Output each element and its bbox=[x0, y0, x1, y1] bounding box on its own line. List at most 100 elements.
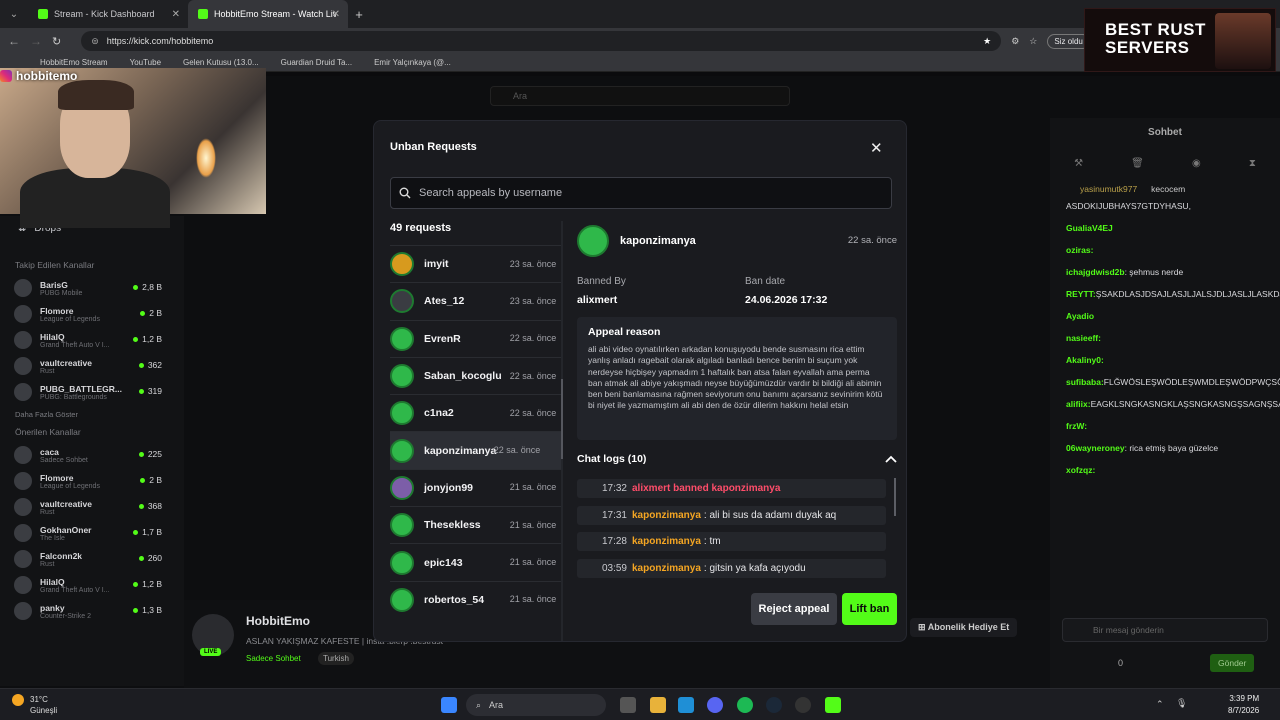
windows-start-icon[interactable] bbox=[441, 697, 457, 713]
obs-icon[interactable] bbox=[795, 697, 811, 713]
close-tab-icon[interactable]: ✕ bbox=[332, 9, 340, 20]
chat-username[interactable]: 06wayneroney bbox=[1066, 443, 1125, 453]
channel-item[interactable]: HilalQ Grand Theft Auto V I... 1,2 B bbox=[0, 573, 184, 597]
channel-item[interactable]: Flomore League of Legends 2 B bbox=[0, 469, 184, 493]
bookmark-item[interactable]: HobbitEmo Stream bbox=[40, 58, 108, 67]
chat-log-scrollbar[interactable] bbox=[894, 478, 896, 516]
new-tab-icon[interactable]: + bbox=[348, 7, 370, 22]
chat-username[interactable]: frzW: bbox=[1066, 421, 1087, 431]
request-list-item[interactable]: EvrenR 22 sa. önce bbox=[390, 319, 561, 357]
request-list-item[interactable]: Saban_kocoglu 22 sa. önce bbox=[390, 356, 561, 394]
chat-logs-header[interactable]: Chat logs (10) bbox=[577, 453, 897, 465]
channel-item[interactable]: panky Counter-Strike 2 1,3 B bbox=[0, 599, 184, 623]
channel-avatar bbox=[14, 524, 32, 542]
microphone-icon[interactable]: 🎙 bbox=[1176, 698, 1187, 709]
url-field[interactable]: ⊜ https://kick.com/hobbitemo ★ bbox=[81, 31, 1002, 51]
browser-tab-stream[interactable]: HobbitEmo Stream - Watch Live o ✕ bbox=[188, 0, 348, 28]
request-list-item[interactable]: jonyjon99 21 sa. önce bbox=[390, 468, 561, 506]
mod-tools-row: ⚒ 🗑 ◉ ⧗ bbox=[1050, 146, 1280, 180]
chat-username[interactable]: GualiaV4EJ bbox=[1066, 223, 1113, 233]
channel-item[interactable]: Falconn2k Rust 260 bbox=[0, 547, 184, 571]
chat-log-entry: 03:59 kaponzimanya: gitsin ya kafa açıyod… bbox=[577, 558, 886, 578]
bookmark-item[interactable]: YouTube bbox=[130, 58, 161, 67]
browser-tab-dashboard[interactable]: Stream - Kick Dashboard ✕ bbox=[28, 0, 188, 28]
chat-input[interactable]: Bir mesaj gönderin bbox=[1062, 618, 1268, 642]
file-explorer-icon[interactable] bbox=[650, 697, 666, 713]
request-avatar bbox=[390, 513, 414, 538]
appeal-search-field[interactable] bbox=[390, 177, 892, 209]
language-tag[interactable]: Turkish bbox=[318, 652, 354, 665]
channel-item[interactable]: Flomore League of Legends 2 B bbox=[0, 302, 184, 326]
chat-username[interactable]: Ayadio bbox=[1066, 311, 1094, 321]
tray-chevron-icon[interactable]: ⌃ bbox=[1156, 699, 1164, 710]
site-search-input[interactable]: Ara bbox=[490, 86, 790, 106]
forward-icon[interactable]: → bbox=[30, 34, 42, 48]
streamer-name[interactable]: HobbitEmo bbox=[246, 614, 310, 628]
task-view-icon[interactable] bbox=[620, 697, 636, 713]
request-list-item[interactable]: imyit 23 sa. önce bbox=[390, 245, 561, 282]
channel-item[interactable]: vaultcreative Rust 362 bbox=[0, 354, 184, 378]
pinned-user[interactable]: yasinumutk977 bbox=[1080, 184, 1137, 194]
request-list-item[interactable]: kaponzimanya 22 sa. önce bbox=[390, 431, 561, 469]
channel-item[interactable]: PUBG_BATTLEGR... PUBG: Battlegrounds 319 bbox=[0, 380, 184, 404]
request-list-item[interactable]: c1na2 22 sa. önce bbox=[390, 394, 561, 431]
weather-widget[interactable]: 31°C Güneşli bbox=[12, 694, 57, 716]
extensions-icon[interactable]: ⚙ bbox=[1011, 36, 1019, 47]
spotify-icon[interactable] bbox=[737, 697, 753, 713]
gift-sub-button[interactable]: ⊞ Abonelik Hediye Et bbox=[910, 618, 1018, 637]
chat-username[interactable]: xofzqz: bbox=[1066, 465, 1095, 475]
channel-item[interactable]: GokhanOner The Isle 1,7 B bbox=[0, 521, 184, 545]
chat-message: Akaliny0: bbox=[1050, 352, 1280, 368]
site-info-icon[interactable]: ⊜ bbox=[91, 36, 99, 47]
bookmark-item[interactable]: Gelen Kutusu (13.0... bbox=[183, 58, 259, 67]
request-avatar bbox=[390, 587, 414, 612]
hammer-icon[interactable]: ⚒ bbox=[1074, 158, 1083, 169]
request-list-item[interactable]: epic143 21 sa. önce bbox=[390, 543, 561, 580]
bookmark-star-icon[interactable]: ★ bbox=[983, 36, 991, 47]
hourglass-icon[interactable]: ⧗ bbox=[1249, 158, 1256, 169]
bookmark-item[interactable]: Guardian Druid Ta... bbox=[281, 58, 352, 67]
send-button[interactable]: Gönder bbox=[1210, 654, 1255, 672]
lift-ban-button[interactable]: Lift ban bbox=[842, 593, 897, 625]
channel-item[interactable]: vaultcreative Rust 368 bbox=[0, 495, 184, 519]
edge-icon[interactable] bbox=[678, 697, 694, 713]
chat-username[interactable]: oziras: bbox=[1066, 245, 1093, 255]
channel-text: vaultcreative Rust bbox=[40, 499, 92, 516]
chat-username[interactable]: REYTT: bbox=[1066, 289, 1096, 299]
appeal-user-avatar bbox=[577, 225, 609, 257]
chevron-up-icon[interactable] bbox=[885, 455, 897, 463]
category-tag[interactable]: Sadece Sohbet bbox=[246, 654, 301, 663]
request-list-item[interactable]: robertos_54 21 sa. önce bbox=[390, 580, 561, 618]
reject-appeal-button[interactable]: Reject appeal bbox=[751, 593, 837, 625]
reload-icon[interactable]: ↻ bbox=[52, 35, 61, 48]
chat-bubble-icon[interactable]: ◉ bbox=[1192, 158, 1201, 169]
chat-username[interactable]: nasieeff: bbox=[1066, 333, 1101, 343]
channel-item[interactable]: caca Sadece Sohbet 225 bbox=[0, 443, 184, 467]
request-list-scroll-thumb[interactable] bbox=[561, 379, 563, 459]
bookmark-item[interactable]: Emir Yalçınkaya (@... bbox=[374, 58, 451, 67]
chat-username[interactable]: sufibaba: bbox=[1066, 377, 1104, 387]
chat-username[interactable]: ichajgdwisd2b bbox=[1066, 267, 1125, 277]
log-time: 17:28 bbox=[601, 536, 627, 547]
kick-app-icon[interactable] bbox=[825, 697, 841, 713]
chat-username[interactable]: Akaliny0: bbox=[1066, 355, 1104, 365]
pinned-user[interactable]: kecocem bbox=[1151, 184, 1185, 194]
close-icon[interactable]: ✕ bbox=[870, 139, 883, 157]
kick-favicon-icon bbox=[198, 9, 208, 19]
tab-list-icon[interactable]: ⌄ bbox=[0, 9, 28, 20]
close-tab-icon[interactable]: ✕ bbox=[172, 9, 180, 20]
channel-item[interactable]: HilalQ Grand Theft Auto V I... 1,2 B bbox=[0, 328, 184, 352]
favorites-icon[interactable]: ☆ bbox=[1029, 36, 1037, 47]
taskbar-search[interactable]: ⌕ Ara bbox=[466, 694, 606, 716]
discord-icon[interactable] bbox=[707, 697, 723, 713]
back-icon[interactable]: ← bbox=[8, 34, 20, 48]
show-more-link[interactable]: Daha Fazla Göster bbox=[15, 410, 184, 419]
chat-username[interactable]: alifiix: bbox=[1066, 399, 1091, 409]
request-list-item[interactable]: Ates_12 23 sa. önce bbox=[390, 282, 561, 319]
channel-item[interactable]: BarisG PUBG Mobile 2,8 B bbox=[0, 276, 184, 300]
trash-icon[interactable]: 🗑 bbox=[1131, 158, 1144, 169]
clock[interactable]: 3:39 PM 8/7/2026 bbox=[1228, 693, 1259, 717]
appeal-search-input[interactable] bbox=[419, 187, 859, 199]
request-list-item[interactable]: Thesekless 21 sa. önce bbox=[390, 506, 561, 543]
steam-icon[interactable] bbox=[766, 697, 782, 713]
